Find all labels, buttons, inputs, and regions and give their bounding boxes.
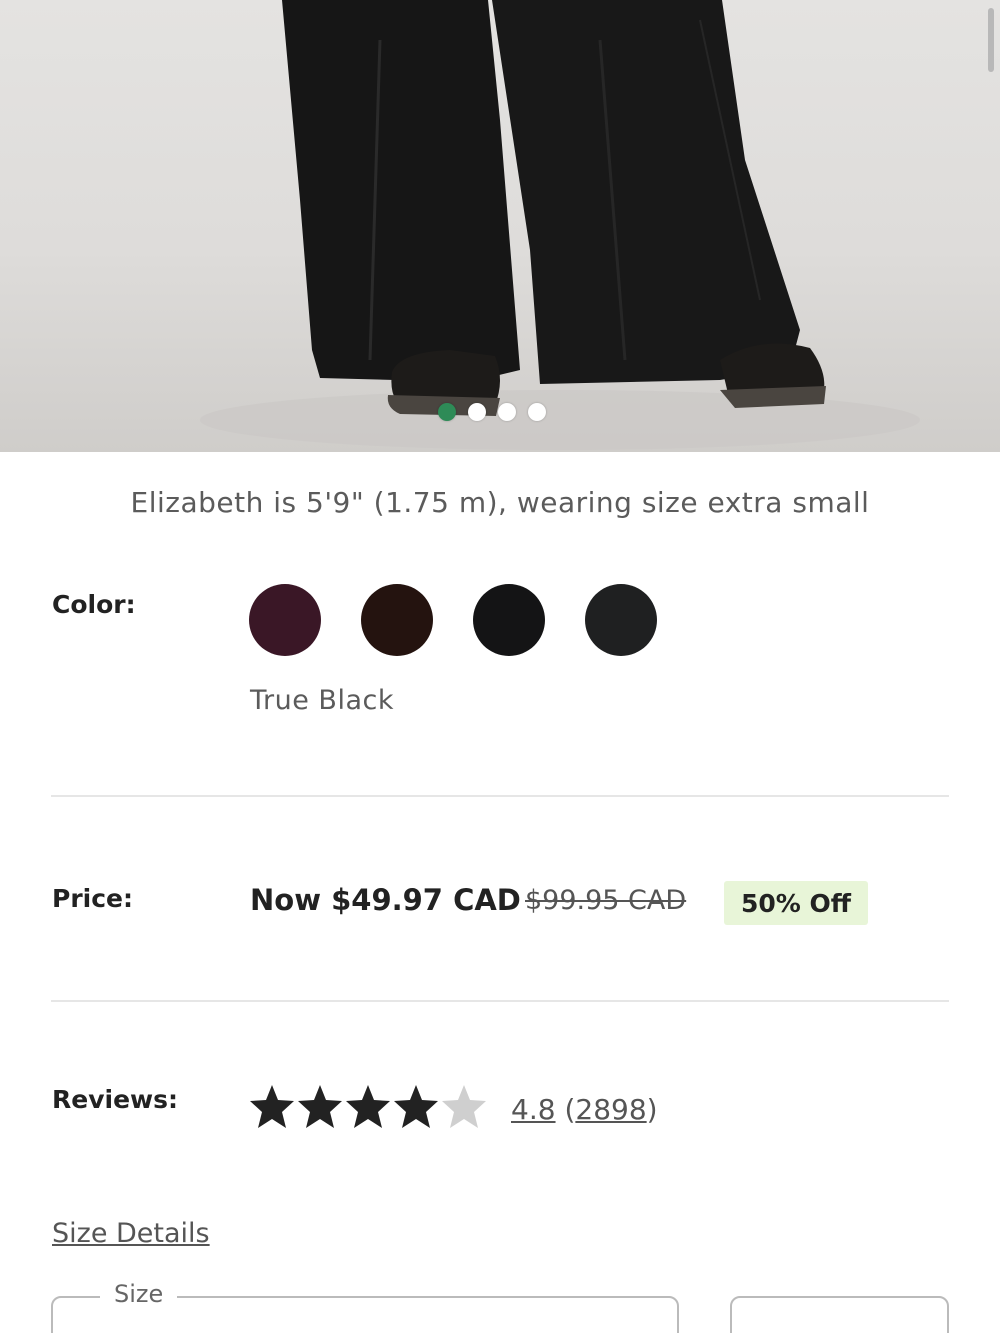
carousel-dots — [438, 403, 546, 421]
size-field-label: Size — [100, 1280, 178, 1308]
divider — [51, 795, 949, 797]
carousel-dot-2[interactable] — [468, 403, 486, 421]
size-details-link[interactable]: Size Details — [52, 1218, 210, 1249]
review-count-link[interactable]: (2898) — [564, 1093, 657, 1126]
rating-summary: 4.8 (2898) — [511, 1093, 658, 1126]
star-rating[interactable] — [248, 1083, 488, 1137]
color-label: Color: — [52, 590, 136, 619]
rating-value-link[interactable]: 4.8 — [511, 1093, 556, 1126]
quantity-select[interactable] — [730, 1296, 949, 1333]
pants-illustration — [200, 0, 920, 450]
original-price: $99.95 CAD — [525, 885, 687, 916]
review-count-number: 2898 — [575, 1093, 647, 1126]
scrollbar[interactable] — [988, 8, 994, 72]
star-icon — [250, 1085, 294, 1128]
carousel-dot-1[interactable] — [438, 403, 456, 421]
model-caption: Elizabeth is 5'9" (1.75 m), wearing size… — [130, 486, 870, 519]
color-swatch-plum[interactable] — [249, 584, 321, 656]
color-swatch-charcoal[interactable] — [585, 584, 657, 656]
review-count-open: ( — [564, 1093, 576, 1126]
selected-color-name: True Black — [250, 685, 394, 716]
divider — [51, 1000, 949, 1002]
star-icon-empty — [442, 1085, 486, 1128]
star-icon — [346, 1085, 390, 1128]
reviews-label: Reviews: — [52, 1085, 179, 1114]
color-swatch-brown[interactable] — [361, 584, 433, 656]
discount-badge: 50% Off — [724, 881, 868, 925]
product-page: Elizabeth is 5'9" (1.75 m), wearing size… — [0, 0, 1000, 1333]
color-swatch-true-black[interactable] — [473, 584, 545, 656]
star-icon — [298, 1085, 342, 1128]
review-count-close: ) — [646, 1093, 658, 1126]
product-image[interactable] — [0, 0, 1000, 452]
price-label: Price: — [52, 884, 133, 913]
carousel-dot-3[interactable] — [498, 403, 516, 421]
sale-price: Now $49.97 CAD — [250, 883, 521, 917]
star-icon — [394, 1085, 438, 1128]
carousel-dot-4[interactable] — [528, 403, 546, 421]
